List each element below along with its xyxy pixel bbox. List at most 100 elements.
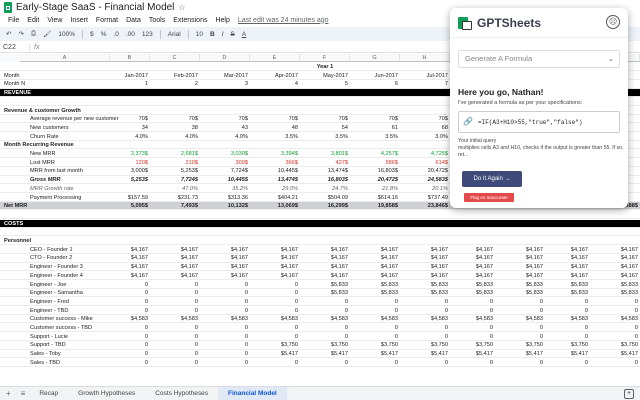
table-cell[interactable]: 0 [150,324,200,332]
table-cell[interactable]: 1 [110,80,150,88]
table-cell[interactable]: 0 [450,359,495,367]
table-cell[interactable]: 20.1% [400,185,450,193]
link-icon[interactable]: 🔗 [463,117,473,127]
tab-growth-hypotheses[interactable]: Growth Hypotheses [68,387,145,400]
table-cell[interactable]: 427$ [300,159,350,167]
table-cell[interactable]: $4,167 [450,263,495,271]
table-cell[interactable]: 3,000$ [110,167,150,175]
row-label[interactable]: REVENUE [2,89,122,97]
table-cell[interactable]: 13,474$ [250,176,300,184]
menu-help[interactable]: Help [215,17,229,24]
table-cell[interactable]: $3,750 [495,341,545,349]
print-icon[interactable]: ⎙ [31,30,36,38]
font-size-select[interactable]: 10 [196,31,203,38]
table-cell[interactable]: Jan-2017 [110,72,150,80]
table-cell[interactable]: $4,583 [450,315,495,323]
table-cell[interactable]: 0 [350,359,400,367]
table-cell[interactable]: $5,833 [450,289,495,297]
table-cell[interactable]: $4,583 [350,315,400,323]
currency-format-button[interactable]: $ [90,31,94,38]
table-cell[interactable]: 0 [400,359,450,367]
table-cell[interactable]: $5,833 [450,281,495,289]
table-cell[interactable]: 6 [350,80,400,88]
table-cell[interactable]: 0 [110,341,150,349]
table-cell[interactable]: 10,445$ [200,176,250,184]
table-cell[interactable]: 2,681$ [150,150,200,158]
table-cell[interactable]: $4,167 [495,272,545,280]
table-cell[interactable]: $5,833 [350,289,400,297]
table-cell[interactable]: $4,167 [545,246,590,254]
table-cell[interactable]: 0 [110,350,150,358]
table-cell[interactable]: $5,417 [250,350,300,358]
table-cell[interactable]: $614.16 [350,194,400,202]
table-cell[interactable]: 4,725$ [400,150,450,158]
table-cell[interactable]: $5,833 [495,281,545,289]
table-cell[interactable]: 0 [590,324,640,332]
column-header[interactable]: C [150,54,200,62]
table-cell[interactable]: $5,833 [590,281,640,289]
table-cell[interactable]: 0 [400,307,450,315]
redo-icon[interactable]: ↷ [18,30,23,38]
table-cell[interactable]: $5,417 [450,350,495,358]
table-cell[interactable]: $4,167 [590,272,640,280]
sheets-logo-icon[interactable] [4,1,12,13]
table-cell[interactable]: 0 [495,307,545,315]
table-cell[interactable]: $4,167 [450,272,495,280]
table-cell[interactable]: 0 [495,333,545,341]
row-label[interactable] [2,211,122,219]
star-icon[interactable]: ☆ [178,3,185,12]
row-label[interactable]: Month [2,72,122,80]
table-cell[interactable]: 5,253$ [110,176,150,184]
table-cell[interactable]: 0 [250,359,300,367]
table-cell[interactable]: 0 [200,324,250,332]
table-cell[interactable]: $4,167 [150,272,200,280]
table-cell[interactable]: $3,750 [590,341,640,349]
table-cell[interactable]: 3,030$ [200,150,250,158]
undo-icon[interactable]: ↶ [6,30,11,38]
table-cell[interactable]: 586$ [350,159,400,167]
table-cell[interactable] [400,63,450,71]
table-cell[interactable]: $4,167 [545,272,590,280]
table-cell[interactable]: 29.0% [250,185,300,193]
table-cell[interactable]: 4,257$ [350,150,400,158]
table-cell[interactable]: 0 [200,333,250,341]
table-cell[interactable]: Jul-2017 [400,72,450,80]
menu-tools[interactable]: Tools [149,17,165,24]
table-cell[interactable]: 7,493$ [150,202,200,210]
table-cell[interactable] [150,63,200,71]
table-cell[interactable]: $4,167 [150,263,200,271]
table-cell[interactable]: 614$ [400,159,450,167]
table-cell[interactable]: $4,167 [450,254,495,262]
table-cell[interactable]: 0 [110,324,150,332]
table-cell[interactable]: 0 [110,333,150,341]
table-cell[interactable]: 20,472$ [350,176,400,184]
table-cell[interactable]: $5,417 [300,350,350,358]
table-cell[interactable]: $3,750 [350,341,400,349]
explore-icon[interactable]: + [624,389,634,399]
table-cell[interactable]: 70$ [110,115,150,123]
all-sheets-icon[interactable]: ≡ [21,389,26,398]
tab-recap[interactable]: Recap [29,387,68,400]
menu-extensions[interactable]: Extensions [173,17,207,24]
table-cell[interactable]: 0 [495,298,545,306]
do-it-again-button[interactable]: Do It Again → [462,171,522,187]
table-cell[interactable]: 23,846$ [400,202,450,210]
table-cell[interactable]: $4,167 [110,246,150,254]
table-cell[interactable]: $4,167 [545,263,590,271]
table-cell[interactable]: $504.09 [300,194,350,202]
table-cell[interactable]: $5,833 [350,281,400,289]
table-cell[interactable]: $4,167 [590,254,640,262]
table-cell[interactable]: $5,833 [300,281,350,289]
table-cell[interactable]: 210$ [150,159,200,167]
table-cell[interactable]: 0 [110,298,150,306]
table-cell[interactable]: $5,417 [590,350,640,358]
table-cell[interactable]: $4,167 [200,263,250,271]
table-cell[interactable]: Feb-2017 [150,72,200,80]
table-cell[interactable]: $4,583 [590,315,640,323]
table-cell[interactable]: $4,167 [350,272,400,280]
table-cell[interactable]: 19,858$ [350,202,400,210]
table-cell[interactable]: 0 [400,333,450,341]
bold-icon[interactable]: B [210,31,215,38]
table-cell[interactable]: $157.59 [110,194,150,202]
table-cell[interactable]: $4,167 [400,254,450,262]
